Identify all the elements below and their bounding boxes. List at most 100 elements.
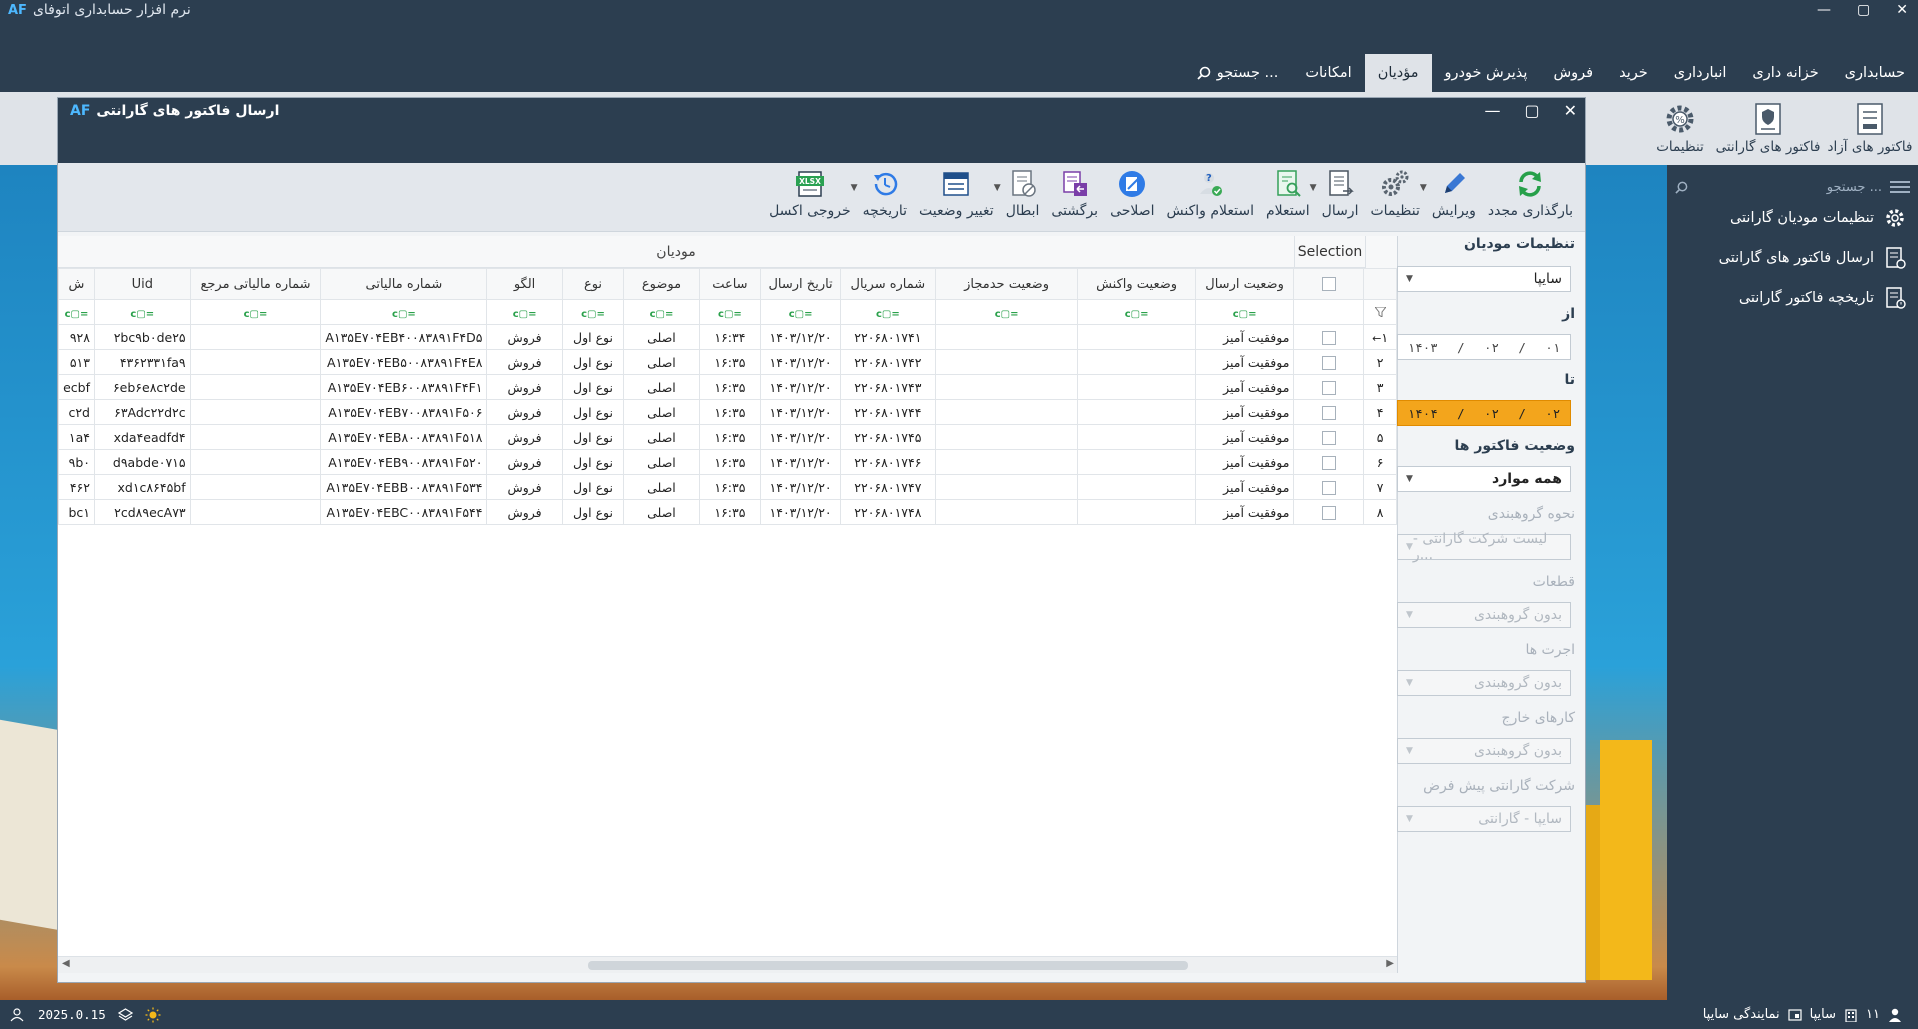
nav-item-send-warranty-invoices[interactable]: ارسال فاکتور های گارانتی — [1719, 247, 1906, 269]
cell-limit-status[interactable] — [934, 499, 1079, 525]
send-button[interactable]: ▼ ارسال — [1310, 169, 1365, 219]
to-date-field[interactable]: ۰۲ / ۰۲ / ۱۴۰۴ — [1397, 400, 1571, 426]
col-reaction-status[interactable]: وضعیت واکنش — [1077, 268, 1196, 300]
cell-uid[interactable]: ۲bc۹b۰de۲۵ — [93, 324, 191, 350]
cell-extra[interactable]: ۹b۰ — [58, 449, 95, 475]
cell-type[interactable]: نوع اول — [561, 499, 625, 525]
menu-treasury[interactable]: خزانه داری — [1739, 54, 1831, 92]
cell-limit-status[interactable] — [934, 449, 1079, 475]
cell-limit-status[interactable] — [934, 324, 1079, 350]
cell-uid[interactable]: xda۴eadfd۴ — [93, 424, 191, 450]
cell-time[interactable]: ۱۶:۳۵ — [698, 349, 762, 375]
cancel-invoice-button[interactable]: ▼ ابطال — [994, 169, 1046, 219]
nav-search-input[interactable]: جستجو ... — [1675, 173, 1910, 201]
cell-time[interactable]: ۱۶:۳۴ — [698, 324, 762, 350]
cell-extra[interactable]: ۹۲۸ — [58, 324, 95, 350]
change-status-button[interactable]: تغییر وضعیت — [913, 169, 1000, 219]
cell-serial[interactable]: ۲۲۰۶۸۰۱۷۴۳ — [840, 374, 936, 400]
nav-item-warranty-taxpayer-settings[interactable]: تنظیمات مودیان گارانتی — [1730, 207, 1906, 229]
filter-cell[interactable]: =▢c — [561, 299, 625, 325]
reload-button[interactable]: بارگذاری مجدد — [1482, 169, 1579, 219]
external-work-grouping-select[interactable]: بدون گروهبندی ▼ — [1397, 738, 1571, 764]
table-row[interactable]: ۲ موفقیت آمیز ۲۲۰۶۸۰۱۷۴۲ ۱۴۰۳/۱۲/۲۰ ۱۶:۳۵ اصل… — [58, 349, 1397, 375]
row-checkbox[interactable] — [1321, 405, 1336, 420]
grouping-select[interactable]: لیست شرکت گارانتی - ر... ▼ — [1397, 531, 1571, 563]
table-row[interactable]: ۷ موفقیت آمیز ۲۲۰۶۸۰۱۷۴۷ ۱۴۰۳/۱۲/۲۰ ۱۶:۳۵ اصل… — [58, 474, 1397, 500]
col-pattern[interactable]: الگو — [486, 268, 563, 300]
close-button[interactable]: ✕ — [1896, 2, 1908, 18]
cell-ref-tax-number[interactable] — [189, 474, 322, 500]
menu-search[interactable]: جستجو ... — [1183, 54, 1293, 92]
col-time[interactable]: ساعت — [698, 268, 762, 300]
cell-send-date[interactable]: ۱۴۰۳/۱۲/۲۰ — [760, 474, 841, 500]
horizontal-scrollbar[interactable]: ◀ ▶ — [58, 956, 1397, 973]
table-row[interactable]: ۸ موفقیت آمیز ۲۲۰۶۸۰۱۷۴۸ ۱۴۰۳/۱۲/۲۰ ۱۶:۳۵ اصل… — [58, 499, 1397, 525]
cell-ref-tax-number[interactable] — [189, 399, 322, 425]
cell-subject[interactable]: اصلی — [623, 449, 700, 475]
cell-tax-number[interactable]: A۱۳۵E۷۰۴EB۴۰۰۸۳۸۹۱F۴D۵ — [320, 324, 488, 350]
cell-serial[interactable]: ۲۲۰۶۸۰۱۷۴۷ — [840, 474, 936, 500]
filter-cell[interactable]: =▢c — [93, 299, 191, 325]
cell-ref-tax-number[interactable] — [189, 349, 322, 375]
cell-time[interactable]: ۱۶:۳۵ — [698, 399, 762, 425]
col-ref-tax-number[interactable]: شماره مالیاتی مرجع — [189, 268, 322, 300]
default-company-select[interactable]: سایپا - گارانتی ▼ — [1397, 806, 1571, 832]
row-checkbox[interactable] — [1321, 380, 1336, 395]
cell-extra[interactable]: ۱a۴ — [58, 424, 95, 450]
cell-time[interactable]: ۱۶:۳۵ — [698, 499, 762, 525]
col-tax-number[interactable]: شماره مالیاتی — [320, 268, 488, 300]
scroll-left-icon[interactable]: ◀ — [62, 958, 70, 969]
cell-send-date[interactable]: ۱۴۰۳/۱۲/۲۰ — [760, 374, 841, 400]
cell-reaction-status[interactable] — [1077, 474, 1196, 500]
cell-subject[interactable]: اصلی — [623, 474, 700, 500]
scroll-right-icon[interactable]: ▶ — [1386, 958, 1394, 969]
cell-reaction-status[interactable] — [1077, 449, 1196, 475]
cell-tax-number[interactable]: A۱۳۵E۷۰۴EBC۰۰۸۳۸۹۱F۵۴۴ — [320, 499, 488, 525]
cell-tax-number[interactable]: A۱۳۵E۷۰۴EB۶۰۰۸۳۸۹۱F۴F۱ — [320, 374, 488, 400]
cell-send-status[interactable]: موفقیت آمیز — [1194, 449, 1295, 475]
col-serial[interactable]: شماره سریال — [840, 268, 936, 300]
filter-cell[interactable] — [1293, 299, 1365, 325]
cell-ref-tax-number[interactable] — [189, 374, 322, 400]
free-invoices-button[interactable]: فاکتور های آزاد — [1824, 92, 1916, 165]
cell-subject[interactable]: اصلی — [623, 374, 700, 400]
col-uid[interactable]: Uid — [93, 268, 191, 300]
cell-send-date[interactable]: ۱۴۰۳/۱۲/۲۰ — [760, 324, 841, 350]
table-row[interactable]: ۱← موفقیت آمیز ۲۲۰۶۸۰۱۷۴۱ ۱۴۰۳/۱۲/۲۰ ۱۶:۳۴ اص… — [58, 324, 1397, 350]
cell-tax-number[interactable]: A۱۳۵E۷۰۴EB۷۰۰۸۳۸۹۱F۵۰۶ — [320, 399, 488, 425]
warranty-invoices-button[interactable]: فاکتور های گارانتی — [1712, 92, 1824, 165]
cell-send-date[interactable]: ۱۴۰۳/۱۲/۲۰ — [760, 499, 841, 525]
filter-icon[interactable] — [1363, 299, 1397, 325]
col-send-status[interactable]: وضعیت ارسال — [1194, 268, 1295, 300]
cell-send-date[interactable]: ۱۴۰۳/۱۲/۲۰ — [760, 424, 841, 450]
cell-pattern[interactable]: فروش — [486, 399, 563, 425]
from-date-field[interactable]: ۰۱ / ۰۲ / ۱۴۰۳ — [1397, 334, 1571, 360]
cell-send-date[interactable]: ۱۴۰۳/۱۲/۲۰ — [760, 349, 841, 375]
cell-send-status[interactable]: موفقیت آمیز — [1194, 374, 1295, 400]
row-checkbox[interactable] — [1321, 505, 1336, 520]
cell-send-status[interactable]: موفقیت آمیز — [1194, 349, 1295, 375]
row-checkbox[interactable] — [1321, 480, 1336, 495]
cell-send-date[interactable]: ۱۴۰۳/۱۲/۲۰ — [760, 399, 841, 425]
col-send-date[interactable]: تاریخ ارسال — [760, 268, 841, 300]
cell-extra[interactable]: c۲d — [58, 399, 95, 425]
cell-type[interactable]: نوع اول — [561, 449, 625, 475]
filter-cell[interactable]: =▢c — [698, 299, 762, 325]
cell-ref-tax-number[interactable] — [189, 324, 322, 350]
cell-limit-status[interactable] — [934, 374, 1079, 400]
filter-cell[interactable]: =▢c — [1077, 299, 1196, 325]
parts-grouping-select[interactable]: بدون گروهبندی ▼ — [1397, 602, 1571, 628]
cell-uid[interactable]: ۶eb۶e۸c۲de — [93, 374, 191, 400]
cell-time[interactable]: ۱۶:۳۵ — [698, 474, 762, 500]
cell-time[interactable]: ۱۶:۳۵ — [698, 374, 762, 400]
cell-reaction-status[interactable] — [1077, 399, 1196, 425]
cell-tax-number[interactable]: A۱۳۵E۷۰۴EBB۰۰۸۳۸۹۱F۵۳۴ — [320, 474, 488, 500]
cell-time[interactable]: ۱۶:۳۵ — [698, 449, 762, 475]
window-minimize-button[interactable]: — — [1484, 101, 1500, 120]
cell-send-date[interactable]: ۱۴۰۳/۱۲/۲۰ — [760, 449, 841, 475]
menu-inventory[interactable]: انبارداری — [1661, 54, 1740, 92]
inquiry-button[interactable]: استعلام — [1260, 169, 1316, 219]
col-limit-status[interactable]: وضعیت حدمجاز — [934, 268, 1079, 300]
cell-serial[interactable]: ۲۲۰۶۸۰۱۷۴۵ — [840, 424, 936, 450]
cell-pattern[interactable]: فروش — [486, 424, 563, 450]
